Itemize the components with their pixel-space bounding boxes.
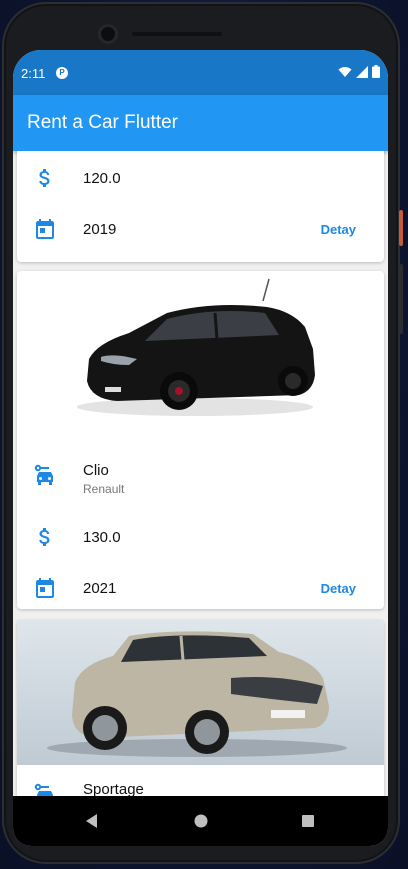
app-title: Rent a Car Flutter bbox=[27, 112, 178, 133]
power-button bbox=[399, 210, 403, 246]
back-icon[interactable] bbox=[81, 810, 103, 832]
car-brand: Renault bbox=[83, 482, 125, 496]
dollar-icon bbox=[39, 528, 50, 546]
recents-icon[interactable] bbox=[297, 810, 319, 832]
car-icon bbox=[34, 464, 53, 485]
car-model: Clio bbox=[83, 462, 109, 479]
price-value: 130.0 bbox=[83, 529, 121, 546]
home-icon[interactable] bbox=[190, 810, 212, 832]
model-row: Clio Renault bbox=[17, 449, 384, 501]
screen: 2:11 P Rent a Car Flutter 120.0 2019 Det… bbox=[13, 50, 388, 846]
signal-icon bbox=[356, 65, 368, 78]
car-list[interactable]: 120.0 2019 Detay Clio Renault 130.0 2021… bbox=[13, 151, 388, 796]
car-card: 120.0 2019 Detay bbox=[17, 151, 384, 262]
calendar-icon bbox=[36, 219, 54, 239]
status-bar: 2:11 P bbox=[13, 50, 388, 95]
price-row: 120.0 bbox=[17, 152, 384, 204]
car-image bbox=[17, 620, 384, 765]
front-camera bbox=[98, 24, 118, 44]
model-row: Sportage bbox=[17, 768, 384, 796]
car-model: Sportage bbox=[83, 781, 144, 796]
status-icons bbox=[338, 65, 380, 78]
year-value: 2019 bbox=[83, 221, 117, 238]
battery-icon bbox=[372, 65, 380, 78]
calendar-icon bbox=[36, 578, 54, 598]
car-card: Clio Renault 130.0 2021 Detay bbox=[17, 271, 384, 609]
dollar-icon bbox=[39, 169, 50, 187]
volume-button bbox=[399, 264, 403, 334]
year-row: 2021 Detay bbox=[17, 562, 384, 614]
app-bar: Rent a Car Flutter bbox=[13, 95, 388, 151]
notification-app-icon: P bbox=[56, 67, 68, 79]
wifi-icon bbox=[338, 66, 352, 77]
detail-button[interactable]: Detay bbox=[321, 222, 356, 237]
price-row: 130.0 bbox=[17, 511, 384, 563]
status-time: 2:11 bbox=[21, 66, 46, 81]
navigation-bar bbox=[13, 796, 388, 846]
earpiece-speaker bbox=[132, 32, 222, 36]
car-card: Sportage bbox=[17, 620, 384, 796]
price-value: 120.0 bbox=[83, 170, 121, 187]
phone-frame: 2:11 P Rent a Car Flutter 120.0 2019 Det… bbox=[2, 2, 403, 864]
car-image bbox=[77, 278, 315, 416]
year-row: 2019 Detay bbox=[17, 203, 384, 255]
car-icon bbox=[34, 783, 53, 796]
detail-button[interactable]: Detay bbox=[321, 581, 356, 596]
year-value: 2021 bbox=[83, 580, 117, 597]
